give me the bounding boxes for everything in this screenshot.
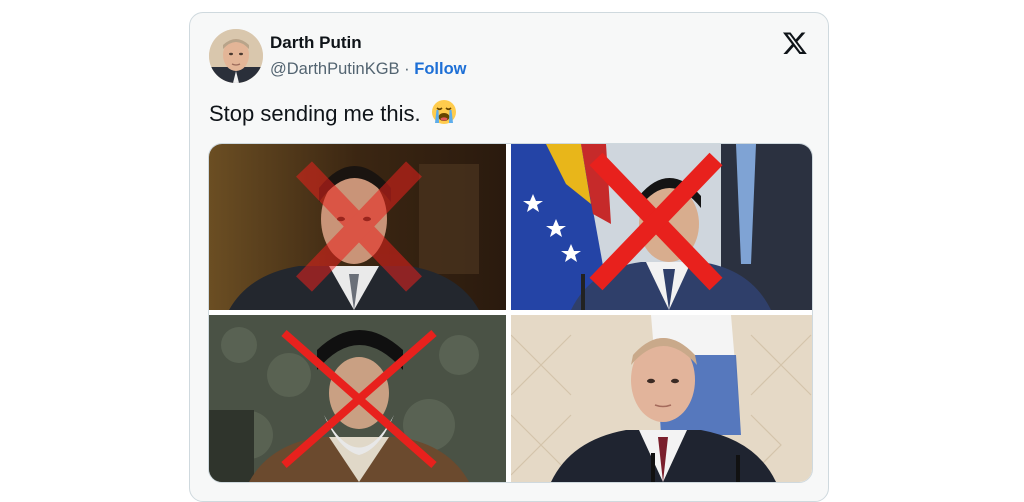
author-avatar[interactable]: [209, 29, 263, 83]
author-name[interactable]: Darth Putin: [270, 33, 362, 53]
separator-dot: ·: [404, 60, 410, 78]
loudly-crying-face-icon: [431, 99, 457, 131]
x-logo-icon[interactable]: [782, 30, 808, 56]
tweet-text: Stop sending me this.: [209, 99, 457, 131]
author-handle[interactable]: @DarthPutinKGB: [270, 60, 400, 78]
media-image-top-right[interactable]: [511, 144, 812, 310]
media-image-bottom-left[interactable]: [209, 315, 506, 482]
media-image-bottom-right[interactable]: [511, 315, 812, 482]
media-image-top-left[interactable]: [209, 144, 506, 310]
tweet-card[interactable]: Darth Putin @DarthPutinKGB · Follow Stop…: [189, 12, 829, 502]
follow-button[interactable]: Follow: [414, 60, 466, 78]
handle-row: @DarthPutinKGB · Follow: [270, 60, 467, 79]
media-grid: [208, 143, 813, 483]
tweet-body: Stop sending me this.: [209, 101, 421, 126]
